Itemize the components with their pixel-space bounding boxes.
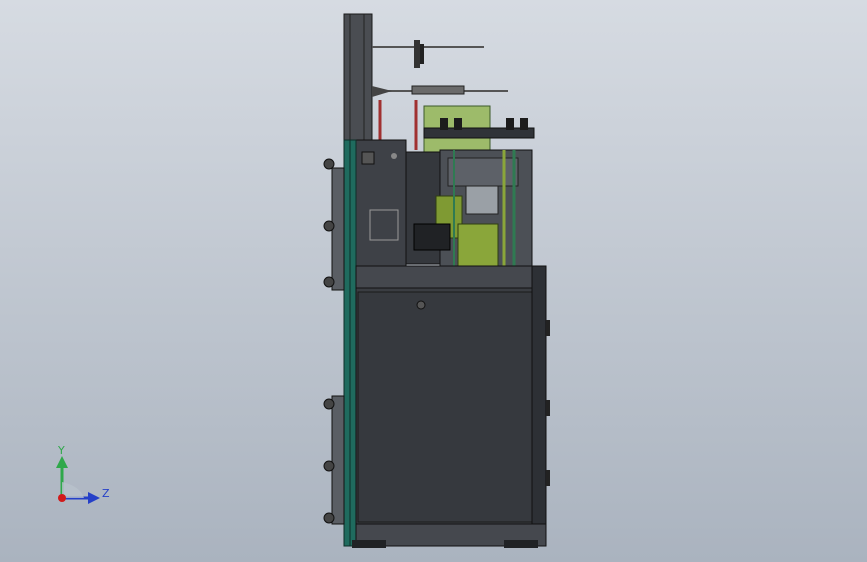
cad-scene[interactable]: Y Z <box>0 0 867 562</box>
vertical-post <box>343 13 373 141</box>
y-axis-label: Y <box>57 444 65 457</box>
cad-viewport[interactable]: Y Z <box>0 0 867 562</box>
x-axis-origin <box>58 494 66 502</box>
z-axis-label: Z <box>102 487 110 500</box>
